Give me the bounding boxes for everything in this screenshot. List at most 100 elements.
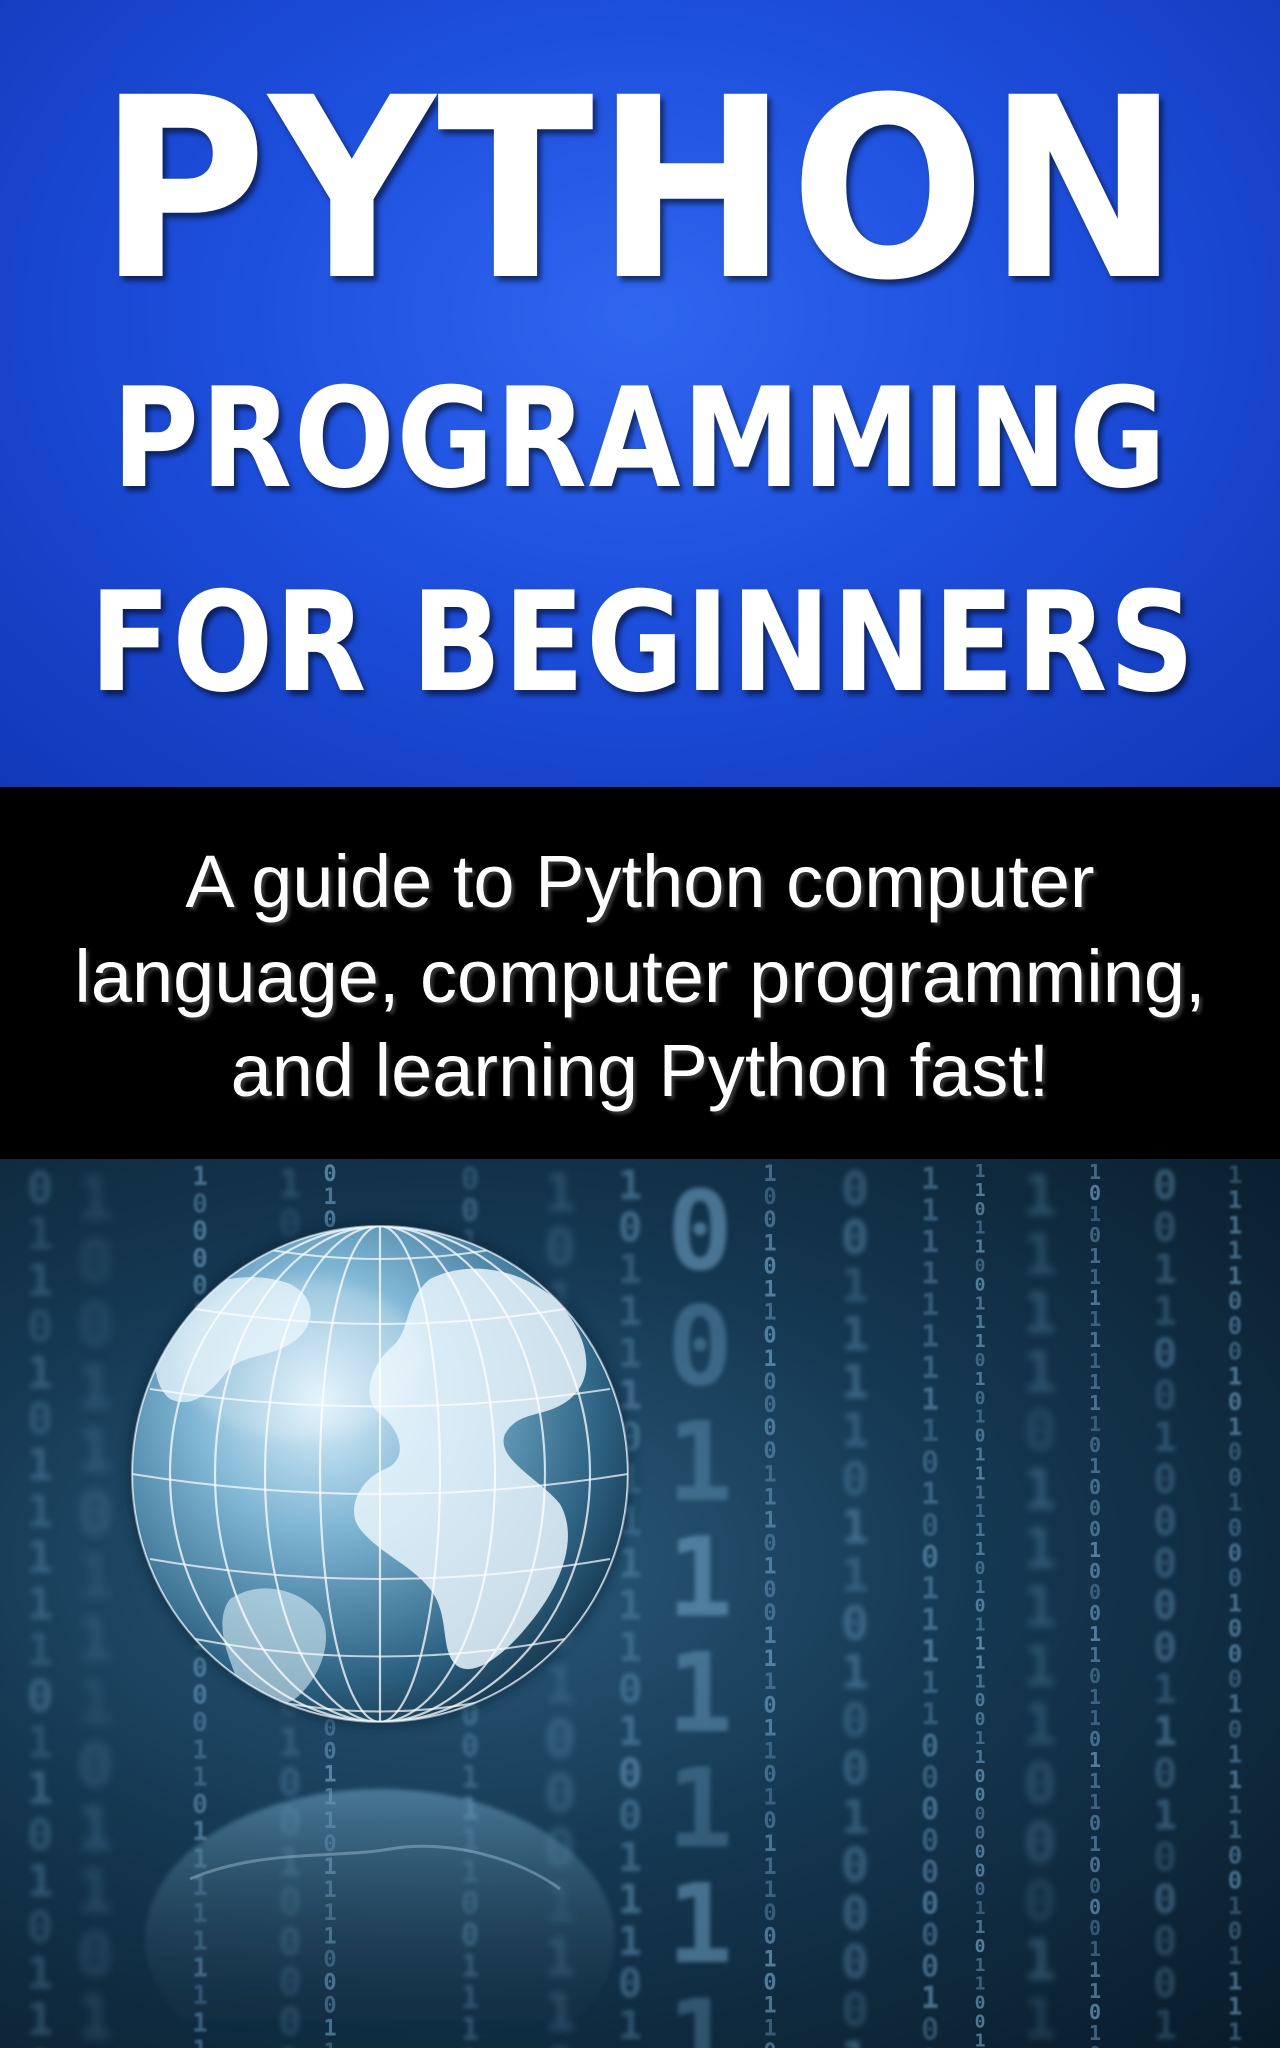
title-line-python: PYTHON (98, 44, 1182, 335)
binary-digit: 0 (841, 1597, 869, 1651)
binary-digit: 0 (1153, 1919, 1177, 1965)
binary-digit: 1 (921, 1257, 939, 1292)
binary-digit: 0 (1228, 1312, 1242, 1340)
binary-digit: 1 (975, 1463, 986, 1484)
binary-digit: 0 (975, 1879, 986, 1900)
binary-digit: 1 (921, 1981, 939, 2016)
binary-digit: 0 (192, 1653, 208, 1683)
binary-digit: 1 (1228, 1262, 1242, 1290)
binary-digit: 0 (975, 1690, 986, 1711)
binary-digit: 1 (1023, 1282, 1057, 1347)
binary-digit: 1 (618, 2003, 642, 2048)
binary-digit: 1 (77, 1605, 113, 1675)
binary-digit: 0 (192, 1790, 208, 1820)
binary-digit: 0 (763, 2040, 776, 2048)
binary-digit: 0 (763, 1924, 776, 1949)
binary-digit: 0 (323, 1162, 336, 1187)
binary-digit: 1 (544, 1164, 575, 1224)
binary-digit: 0 (763, 1578, 776, 1603)
binary-digit: 0 (975, 1350, 986, 1371)
binary-digit: 0 (1023, 1399, 1057, 1464)
binary-digit: 1 (921, 1162, 939, 1197)
binary-digit: 1 (921, 1698, 939, 1733)
binary-digit: 1 (763, 1485, 776, 1510)
binary-digit: 1 (975, 1615, 986, 1636)
binary-digit: 1 (1228, 1892, 1242, 1920)
binary-digit: 1 (77, 1668, 113, 1738)
subtitle-line-2: language, computer programming, (74, 935, 1206, 1018)
binary-digit: 0 (763, 1370, 776, 1395)
binary-digit: 1 (921, 1603, 939, 1638)
binary-digit: 1 (1023, 1634, 1057, 1699)
binary-digit: 0 (975, 1936, 986, 1957)
binary-digit: 0 (921, 2044, 939, 2048)
binary-digit: 1 (1228, 1237, 1242, 1265)
binary-digit: 1 (921, 1383, 939, 1418)
binary-digit: 0 (77, 1290, 113, 1360)
binary-digit: 0 (1228, 1665, 1242, 1693)
binary-digit: 1 (1153, 2003, 1177, 2048)
binary-digit: 1 (192, 1735, 208, 1765)
binary-digit: 0 (27, 1302, 54, 1353)
binary-digit: 1 (27, 1209, 54, 1260)
binary-digit: 0 (921, 1824, 939, 1859)
binary-digit: 1 (763, 1832, 776, 1857)
binary-digit: 0 (841, 1210, 869, 1264)
binary-digit: 1 (1228, 1690, 1242, 1718)
binary-digit: 1 (1153, 1247, 1177, 1293)
binary-digit: 1 (975, 1898, 986, 1919)
binary-digit: 0 (921, 1729, 939, 1764)
binary-digit: 0 (544, 1765, 575, 1825)
binary-digit: 1 (279, 1162, 302, 1206)
binary-digit: 1 (27, 1717, 54, 1768)
binary-digit: 0 (921, 1540, 939, 1575)
binary-digit: 1 (667, 1398, 733, 1526)
binary-digit: 0 (975, 1596, 986, 1617)
binary-digit: 0 (975, 1256, 986, 1277)
binary-digit: 1 (763, 1555, 776, 1580)
binary-digit: 1 (667, 1976, 733, 2048)
binary-digit: 0 (763, 1208, 776, 1233)
binary-digit: 1 (921, 1477, 939, 1512)
binary-digit: 0 (618, 1961, 642, 2007)
binary-digit: 1 (1228, 1489, 1242, 1517)
binary-digit: 0 (1228, 1337, 1242, 1365)
binary-digit: 1 (841, 1307, 869, 1361)
binary-digit: 0 (921, 1761, 939, 1796)
binary-digit: 0 (841, 1983, 869, 2037)
subtitle-line-1: A guide to Python computer (185, 840, 1095, 923)
binary-digit: 1 (975, 1671, 986, 1692)
binary-digit: 1 (975, 1917, 986, 1938)
binary-digit: 1 (27, 1948, 54, 1999)
binary-digit: 0 (763, 1439, 776, 1464)
binary-digit: 1 (1153, 1667, 1177, 1713)
binary-digit: 0 (1153, 1583, 1177, 1629)
binary-digit: 0 (763, 1416, 776, 1441)
binary-digit: 0 (975, 1388, 986, 1409)
binary-digit: 1 (1153, 1289, 1177, 1335)
binary-digit: 1 (618, 1289, 642, 1335)
binary-digit: 1 (921, 1635, 939, 1670)
binary-digit: 0 (1153, 1961, 1177, 2007)
binary-digit: 1 (975, 1974, 986, 1995)
binary-digit: 1 (27, 1625, 54, 1676)
binary-digit: 1 (1153, 1415, 1177, 1461)
binary-digit: 1 (975, 2030, 986, 2048)
binary-digit: 1 (921, 1320, 939, 1355)
binary-digit: 1 (1228, 1942, 1242, 1970)
binary-digit: 0 (1153, 1205, 1177, 1251)
binary-digit: 1 (975, 1161, 986, 1182)
binary-digit: 0 (1228, 1715, 1242, 1743)
binary-digit: 0 (763, 1901, 776, 1926)
binary-digit: 0 (975, 1709, 986, 1730)
binary-digit: 1 (763, 1878, 776, 1903)
binary-digit: 0 (975, 1804, 986, 1825)
binary-digit: 1 (1023, 1693, 1057, 1758)
binary-digit: 1 (1153, 1793, 1177, 1839)
binary-digit: 0 (618, 1793, 642, 1839)
binary-digit: 1 (1023, 1517, 1057, 1582)
binary-digit: 1 (975, 1501, 986, 1522)
binary-digit: 1 (27, 1440, 54, 1491)
binary-digit: 0 (1228, 2043, 1242, 2048)
binary-digit: 0 (763, 1693, 776, 1718)
